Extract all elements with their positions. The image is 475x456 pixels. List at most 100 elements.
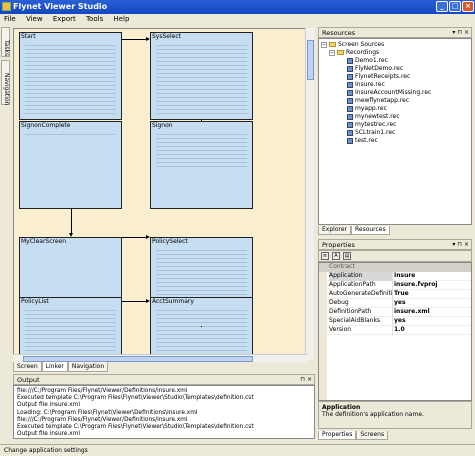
status-bar: Change application settings: [0, 444, 475, 456]
output-log[interactable]: file:///C:/Program Files/Flynet/Viewer/D…: [13, 385, 315, 439]
screen-policylist[interactable]: PolicyList: [19, 297, 122, 359]
pin-icon[interactable]: ⊓: [457, 241, 462, 248]
tree-file[interactable]: mewflynetapp.rec: [321, 97, 469, 105]
output-line: Executed template C:\Program Files\Flyne…: [17, 424, 254, 431]
file-icon: [347, 65, 353, 72]
tree-root[interactable]: − Screen Sources: [321, 41, 469, 49]
tree-folder-recordings[interactable]: − Recordings: [321, 49, 469, 57]
tree-file[interactable]: Insure.rec: [321, 81, 469, 89]
tree-file[interactable]: test.rec: [321, 137, 469, 145]
app-icon: [2, 2, 11, 11]
close-icon[interactable]: ×: [307, 376, 312, 383]
tab-screens[interactable]: Screens: [356, 431, 389, 440]
screen-sysselect[interactable]: SysSelect: [150, 32, 253, 120]
alphabetical-icon[interactable]: A: [332, 252, 340, 260]
property-category[interactable]: Contract: [319, 263, 471, 272]
link-signoncomplete-myclearscreen: [71, 209, 72, 233]
output-panel-header: Output ⊓ ×: [13, 374, 315, 385]
pin-icon[interactable]: ⊓: [300, 376, 305, 383]
title-bar: Flynet Viewer Studio _ □ ×: [0, 0, 475, 14]
tree-file[interactable]: FlyNetDemo.rec: [321, 65, 469, 73]
menu-view[interactable]: View: [22, 14, 47, 24]
property-description: Application The definition's application…: [318, 401, 472, 429]
dropdown-icon[interactable]: ▾: [452, 29, 455, 36]
description-title: Application: [322, 404, 361, 411]
dropdown-icon[interactable]: ▾: [452, 241, 455, 248]
categorized-icon[interactable]: ≡: [321, 252, 329, 260]
link-myclearscreen-policyselect: [122, 237, 146, 238]
maximize-icon[interactable]: □: [449, 1, 461, 12]
tree-file[interactable]: mytestrec.rec: [321, 121, 469, 129]
tab-explorer[interactable]: Explorer: [318, 226, 351, 235]
property-row[interactable]: Application Insure: [319, 272, 471, 281]
property-row[interactable]: DefinitionPath insure.xml: [319, 308, 471, 317]
link-policyselect-acctsummary: [201, 326, 202, 327]
tab-tasks[interactable]: Tasks: [1, 27, 10, 57]
property-row[interactable]: SpecialAidBlanks yes: [319, 317, 471, 326]
menu-tools[interactable]: Tools: [82, 14, 107, 24]
properties-tabs: Properties Screens: [318, 430, 389, 440]
screen-acctsummary[interactable]: AcctSummary: [150, 297, 253, 359]
tree-file[interactable]: InsureAccountMissing.rec: [321, 89, 469, 97]
menu-help[interactable]: Help: [109, 14, 133, 24]
property-pages-icon[interactable]: ▤: [343, 252, 351, 260]
menu-export[interactable]: Export: [49, 14, 80, 24]
close-icon[interactable]: ×: [464, 241, 469, 248]
collapse-icon[interactable]: −: [329, 49, 335, 56]
property-row[interactable]: Version 1.0: [319, 326, 471, 335]
tab-screen[interactable]: Screen: [13, 362, 42, 372]
tree-file[interactable]: SCLtrain1.rec: [321, 129, 469, 137]
file-icon: [347, 129, 353, 136]
output-line: Output file insure.xml: [17, 431, 80, 438]
output-line: Loading: C:\Program Files\Flynet\Viewer\…: [17, 409, 198, 416]
arrowhead-icon: [69, 233, 73, 237]
screen-signon[interactable]: Signon: [150, 121, 253, 209]
linker-canvas[interactable]: Start SysSelect SignonComplete Signon My…: [13, 28, 308, 360]
tree-file[interactable]: Demo1.rec: [321, 57, 469, 65]
file-icon: [347, 73, 353, 80]
resources-title: Resources: [322, 29, 356, 37]
document-tabs: Screen Linker Navigation: [13, 362, 109, 372]
property-grid[interactable]: Contract Application Insure ApplicationPa…: [318, 262, 472, 401]
file-icon: [347, 121, 353, 128]
left-tabstrip: Tasks Navigation: [0, 27, 10, 387]
collapse-icon[interactable]: −: [321, 41, 327, 48]
properties-title: Properties: [322, 241, 355, 249]
file-icon: [347, 57, 353, 64]
tab-resources[interactable]: Resources: [350, 226, 390, 235]
output-line: file:///C:/Program Files/Flynet/Viewer/D…: [17, 416, 188, 423]
screen-start[interactable]: Start: [19, 32, 122, 120]
close-icon[interactable]: ×: [464, 29, 469, 36]
minimize-icon[interactable]: _: [436, 1, 448, 12]
tree-file[interactable]: FlynetReceipts.rec: [321, 73, 469, 81]
tab-linker[interactable]: Linker: [41, 362, 68, 372]
resources-panel-header: Resources ▾ ⊓ ×: [318, 27, 472, 38]
tab-properties[interactable]: Properties: [318, 431, 357, 440]
tree-file[interactable]: myapp.rec: [321, 105, 469, 113]
scroll-thumb[interactable]: [307, 40, 314, 80]
canvas-horizontal-scrollbar[interactable]: [13, 354, 308, 362]
file-icon: [347, 89, 353, 96]
arrowhead-icon: [146, 299, 150, 303]
file-icon: [347, 105, 353, 112]
property-row[interactable]: Debug yes: [319, 299, 471, 308]
properties-toolbar: ≡ A ▤: [318, 250, 472, 262]
link-sysselect-signon: [201, 120, 202, 121]
resources-tabs: Explorer Resources: [318, 225, 390, 235]
tab-navigation[interactable]: Navigation: [67, 362, 109, 372]
resources-tree[interactable]: − Screen Sources − Recordings Demo1.rec Fl…: [318, 38, 472, 225]
output-title: Output: [17, 376, 40, 384]
canvas-vertical-scrollbar[interactable]: [305, 28, 314, 360]
link-start-sysselect: [122, 39, 146, 40]
pin-icon[interactable]: ⊓: [457, 29, 462, 36]
property-row[interactable]: AutoGenerateDefinition True: [319, 290, 471, 299]
window-title: Flynet Viewer Studio: [13, 2, 108, 11]
close-icon[interactable]: ×: [462, 1, 474, 12]
screen-signoncomplete[interactable]: SignonComplete: [19, 121, 122, 209]
file-icon: [347, 97, 353, 104]
tab-navigation-side[interactable]: Navigation: [1, 60, 10, 105]
tree-file[interactable]: mynewtest.rec: [321, 113, 469, 121]
description-text: The definition's application name.: [322, 411, 424, 418]
menu-file[interactable]: File: [0, 14, 20, 24]
property-row[interactable]: ApplicationPath insure.fvproj: [319, 281, 471, 290]
